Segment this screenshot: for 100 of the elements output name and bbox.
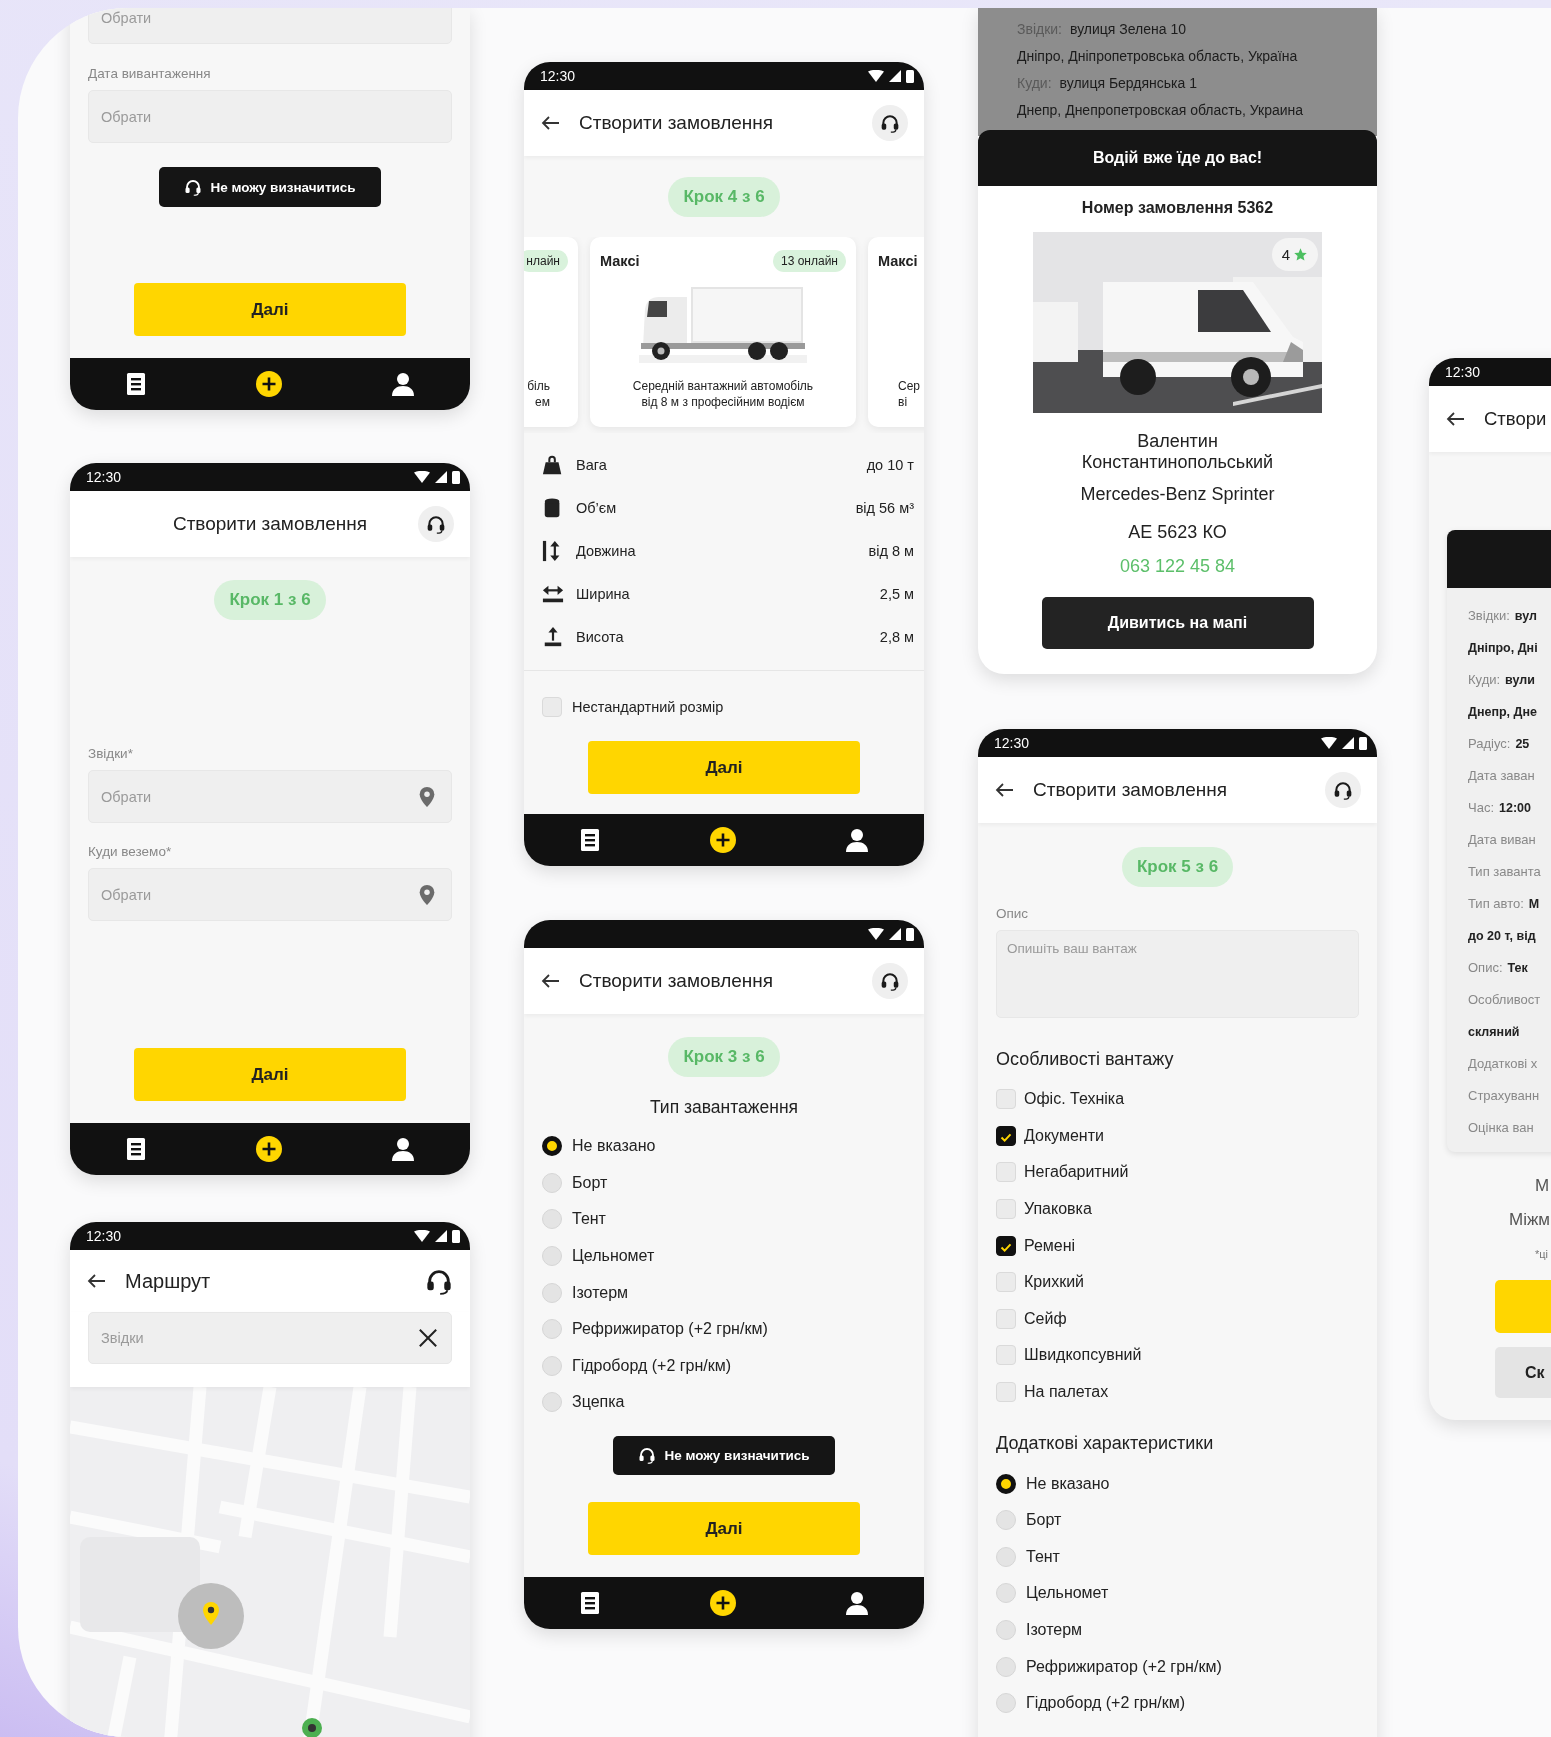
summary-value: М (1528, 897, 1540, 911)
address-text: Дніпро, Дніпропетровська область, Україна (1017, 48, 1298, 64)
plus-icon[interactable] (256, 1136, 282, 1162)
support-button[interactable] (872, 105, 908, 141)
radio-label: Ізотерм (572, 1283, 629, 1302)
help-button[interactable]: Не можу визначитись (159, 167, 381, 207)
spec-value: 2,5 м (879, 585, 914, 602)
spec-label: Об’єм (576, 499, 617, 516)
input-field[interactable]: Звідки (88, 1312, 452, 1364)
support-button[interactable] (872, 963, 908, 999)
radio-label: Гідроборд (+2 грн/км) (1026, 1694, 1186, 1713)
summary-value: скляний (1468, 1025, 1520, 1039)
screen-title: Створити замовлення (579, 970, 775, 992)
plus-icon[interactable] (710, 1590, 736, 1616)
spec-value: від 56 м³ (855, 499, 914, 516)
plus-icon[interactable] (710, 827, 736, 853)
section-title: Особливості вантажу (996, 1048, 1175, 1070)
radio-button[interactable] (996, 1473, 1016, 1494)
vehicle-description: Середній вантажний автомобіль (631, 378, 815, 394)
checkbox-label: Ремені (1024, 1236, 1076, 1255)
summary-label: Додаткові х (1468, 1056, 1538, 1071)
screen-title: Створити замовлення (1033, 779, 1229, 801)
map-button[interactable]: Дивитись на мапі (1041, 597, 1314, 649)
section-title: Додаткові характеристики (996, 1432, 1215, 1455)
person-icon[interactable] (845, 1591, 870, 1615)
person-icon[interactable] (845, 828, 870, 852)
battery-icon (906, 927, 914, 941)
online-badge: нлайн (524, 250, 568, 272)
radio-label: Тент (572, 1210, 606, 1229)
battery-icon (906, 69, 914, 83)
input-field[interactable]: Обрати (88, 8, 452, 44)
summary-label: Дата виван (1468, 832, 1536, 847)
list-icon[interactable] (578, 828, 601, 852)
checkbox-label: Офіс. Техніка (1024, 1090, 1125, 1109)
summary-value: вули (1505, 673, 1535, 687)
summary-label: Тип заванта (1468, 864, 1541, 879)
summary-value: до 20 т, від (1468, 929, 1536, 943)
headset-icon (1333, 780, 1353, 800)
text-area[interactable]: Опишіть ваш вантаж (996, 930, 1359, 1018)
person-icon[interactable] (391, 1137, 416, 1161)
input-field[interactable]: Обрати (88, 770, 452, 823)
radio-button[interactable] (542, 1136, 562, 1157)
vehicle-description: від 8 м з професійним водієм (640, 394, 806, 410)
radio-label: Тент (1026, 1547, 1060, 1566)
signal-icon (889, 928, 901, 940)
radio-label: Борт (572, 1173, 608, 1192)
plus-icon[interactable] (256, 371, 282, 397)
headset-icon (184, 178, 203, 196)
height-icon (542, 625, 564, 648)
battery-icon (1359, 736, 1367, 750)
vehicle-card[interactable]: Максі 13 онлайн Середній вантажний автомобіль від 8 м з професійним водієм (590, 237, 856, 427)
support-button[interactable] (1325, 772, 1361, 808)
checkbox[interactable] (996, 1125, 1016, 1146)
radio-label: Цельномет (572, 1247, 655, 1266)
input-field[interactable]: Обрати (88, 90, 452, 143)
online-badge: 13 онлайн (773, 250, 846, 272)
checkbox[interactable] (996, 1235, 1016, 1256)
vehicle-description: ві (897, 394, 909, 410)
radio-label: Цельномет (1026, 1584, 1109, 1603)
signal-icon (1342, 737, 1354, 749)
close-icon[interactable] (418, 1328, 438, 1348)
status-time: 12:30 (994, 735, 1030, 751)
next-button[interactable]: Далі (588, 1502, 860, 1555)
summary-value: Тек (1507, 961, 1528, 975)
next-button[interactable]: Далі (134, 283, 406, 336)
checkbox-label: Швидкопсувний (1024, 1346, 1142, 1365)
list-icon[interactable] (124, 1137, 147, 1161)
field-label: Звідки* (88, 746, 134, 762)
signal-icon (435, 471, 447, 483)
step-badge: Крок 5 з 6 (1121, 847, 1234, 887)
status-time: 12:30 (1445, 364, 1481, 380)
weight-icon (542, 453, 564, 476)
person-icon[interactable] (391, 372, 416, 396)
checkbox-label: Нестандартний розмір (572, 699, 724, 715)
next-button[interactable]: Далі (134, 1048, 406, 1101)
status-time: 12:30 (540, 68, 576, 84)
checkbox-label: Крихкий (1024, 1273, 1085, 1292)
help-button[interactable]: Не можу визначитись (613, 1435, 835, 1475)
star-icon (1293, 247, 1308, 262)
headset-icon (638, 1446, 657, 1465)
summary-label: Тип авто: (1468, 896, 1524, 911)
headset-icon (880, 971, 900, 991)
spec-label: Ширина (576, 585, 630, 602)
plate-number: АЕ 5623 КО (1128, 521, 1227, 543)
vehicle-card[interactable]: нлайн біль ем (524, 237, 578, 427)
battery-icon (452, 1229, 460, 1243)
car-model: Mercedes-Benz Sprinter (1080, 483, 1275, 505)
vehicle-description: ем (534, 394, 551, 410)
next-button[interactable]: Далі (588, 741, 860, 794)
list-icon[interactable] (578, 1591, 601, 1615)
support-button[interactable] (418, 506, 454, 542)
list-icon[interactable] (124, 372, 147, 396)
vehicle-card[interactable]: Максі Сер ві (868, 237, 924, 427)
screen-title: Створи (1484, 408, 1548, 430)
radio-label: Зцепка (572, 1393, 625, 1412)
secondary-button[interactable]: Ск (1495, 1347, 1551, 1398)
step-badge: Крок 1 з 6 (214, 580, 326, 620)
radio-label: Не вказано (1026, 1474, 1110, 1493)
input-field[interactable]: Обрати (88, 868, 452, 921)
summary-label: Опис: (1468, 960, 1503, 975)
